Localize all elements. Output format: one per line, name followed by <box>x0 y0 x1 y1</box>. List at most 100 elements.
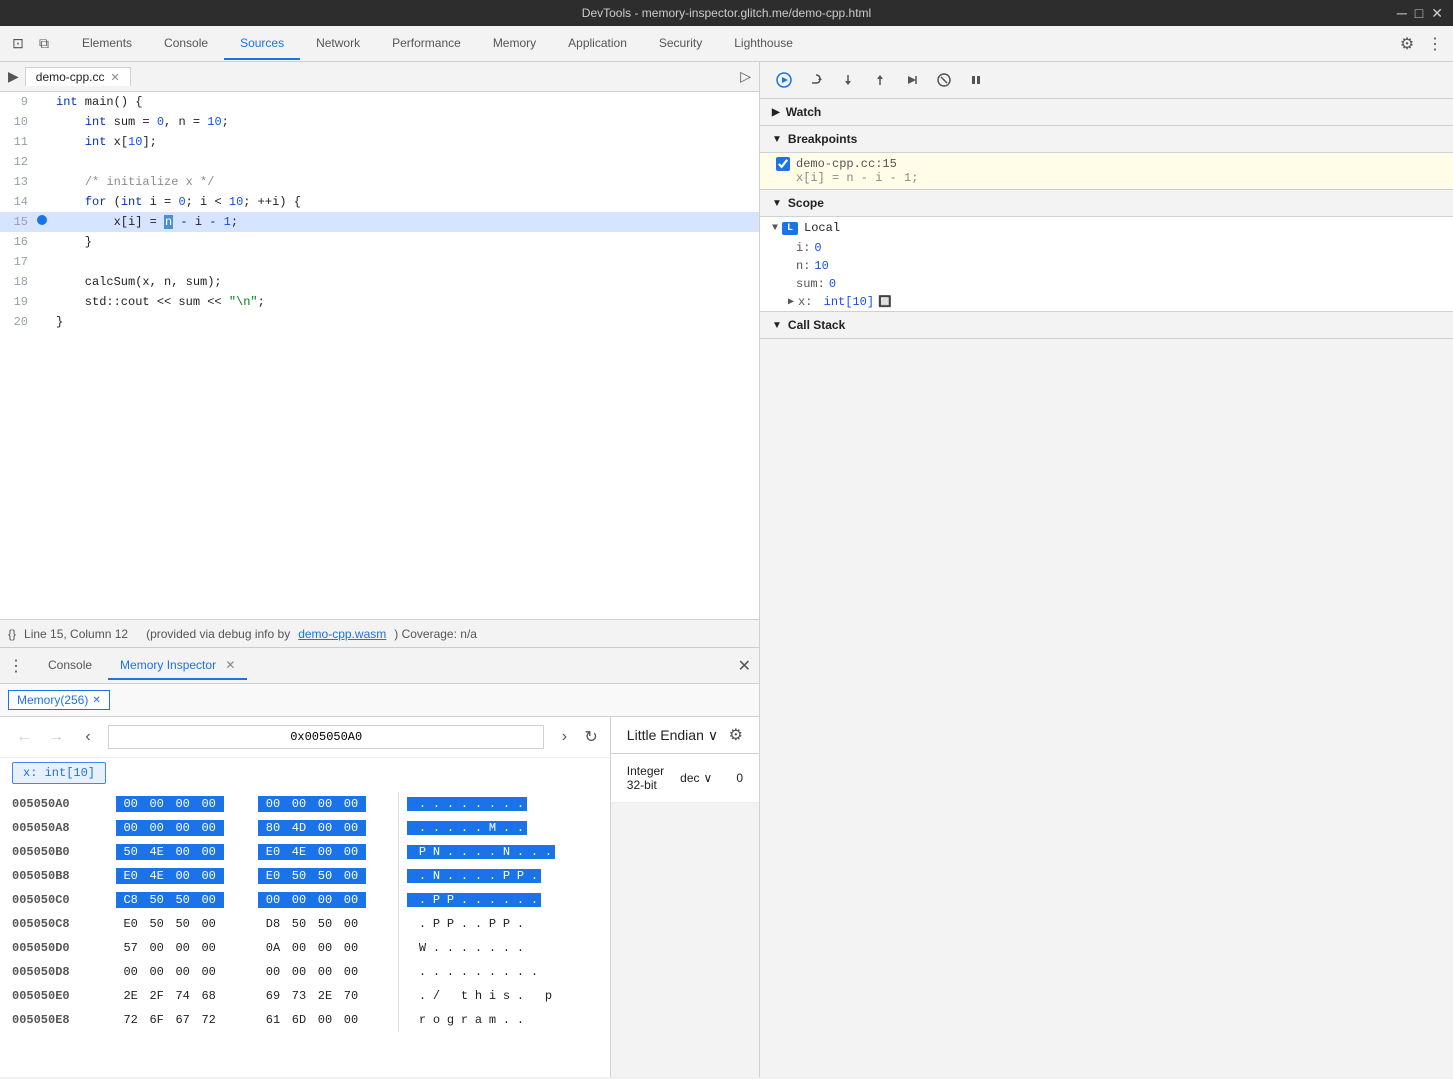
hex-byte[interactable]: 00 <box>340 916 362 932</box>
device-icon[interactable]: ⧉ <box>34 34 54 54</box>
hex-byte[interactable]: 00 <box>288 892 310 908</box>
hex-byte[interactable]: 72 <box>120 1012 142 1028</box>
hex-byte[interactable]: 00 <box>146 820 168 836</box>
step-over-btn[interactable] <box>804 68 828 92</box>
hex-byte[interactable]: 00 <box>172 964 194 980</box>
step-into-btn[interactable] <box>836 68 860 92</box>
hex-byte[interactable]: 6F <box>146 1012 168 1028</box>
hex-byte[interactable]: 00 <box>198 916 220 932</box>
memory-tab-close[interactable]: ✕ <box>92 695 100 706</box>
source-tab-close[interactable]: ✕ <box>110 71 119 84</box>
hex-byte[interactable]: 00 <box>198 820 220 836</box>
hex-byte[interactable]: 69 <box>262 988 284 1004</box>
x-expand-arrow[interactable]: ▶ <box>788 296 794 308</box>
hex-byte[interactable]: 00 <box>340 844 362 860</box>
pause-btn[interactable] <box>964 68 988 92</box>
hex-byte[interactable]: 00 <box>314 820 336 836</box>
call-stack-section-header[interactable]: ▼ Call Stack <box>760 312 1453 339</box>
hex-byte[interactable]: 4E <box>146 844 168 860</box>
hex-byte[interactable]: 00 <box>262 892 284 908</box>
hex-byte[interactable]: 00 <box>340 964 362 980</box>
memory-256-tab[interactable]: Memory(256) ✕ <box>8 690 110 710</box>
sidebar-toggle[interactable]: ▶ <box>8 68 19 85</box>
step-btn[interactable] <box>900 68 924 92</box>
local-arrow[interactable]: ▼ <box>772 223 778 234</box>
hex-byte[interactable]: E0 <box>120 916 142 932</box>
hex-byte[interactable]: E0 <box>262 868 284 884</box>
memory-inspector-tab-close[interactable]: ✕ <box>225 658 235 672</box>
wasm-link[interactable]: demo-cpp.wasm <box>298 627 386 641</box>
nav-back-btn[interactable]: ← <box>12 725 36 749</box>
scope-section-header[interactable]: ▼ Scope <box>760 190 1453 217</box>
hex-byte[interactable]: 70 <box>340 988 362 1004</box>
tab-application[interactable]: Application <box>552 28 643 60</box>
resume-btn[interactable] <box>772 68 796 92</box>
hex-byte[interactable]: 00 <box>172 868 194 884</box>
hex-byte[interactable]: 50 <box>314 916 336 932</box>
hex-byte[interactable]: 80 <box>262 820 284 836</box>
tab-sources[interactable]: Sources <box>224 28 300 60</box>
deactivate-btn[interactable] <box>932 68 956 92</box>
cursor-icon[interactable]: ⊡ <box>8 34 28 54</box>
hex-byte[interactable]: 00 <box>198 844 220 860</box>
source-file-tab[interactable]: demo-cpp.cc ✕ <box>25 67 131 86</box>
hex-byte[interactable]: 00 <box>120 964 142 980</box>
hex-byte[interactable]: 00 <box>340 820 362 836</box>
hex-byte[interactable]: 50 <box>146 916 168 932</box>
hex-byte[interactable]: 00 <box>146 940 168 956</box>
hex-byte[interactable]: 68 <box>198 988 220 1004</box>
hex-byte[interactable]: 00 <box>288 940 310 956</box>
breakpoints-section-header[interactable]: ▼ Breakpoints <box>760 126 1453 153</box>
mem-hex-table-wrap[interactable]: 005050A00000000000000000........005050A8… <box>0 792 610 1077</box>
hex-byte[interactable]: 50 <box>172 916 194 932</box>
settings-icon[interactable]: ⚙ <box>1397 34 1417 54</box>
hex-byte[interactable]: 2E <box>120 988 142 1004</box>
hex-byte[interactable]: 50 <box>288 868 310 884</box>
panel-close-btn[interactable]: ✕ <box>738 656 751 676</box>
hex-byte[interactable]: 00 <box>340 892 362 908</box>
hex-byte[interactable]: 00 <box>198 868 220 884</box>
hex-byte[interactable]: 72 <box>198 1012 220 1028</box>
hex-byte[interactable]: 00 <box>340 868 362 884</box>
hex-byte[interactable]: 50 <box>172 892 194 908</box>
hex-byte[interactable]: 00 <box>172 820 194 836</box>
watch-section-header[interactable]: ▶ Watch <box>760 99 1453 126</box>
tab-memory[interactable]: Memory <box>477 28 552 60</box>
hex-byte[interactable]: 00 <box>120 796 142 812</box>
step-out-btn[interactable] <box>868 68 892 92</box>
hex-byte[interactable]: 00 <box>340 796 362 812</box>
tab-console-bottom[interactable]: Console <box>36 652 104 680</box>
hex-byte[interactable]: 00 <box>340 940 362 956</box>
hex-byte[interactable]: 50 <box>314 868 336 884</box>
title-bar-controls[interactable]: ─ □ ✕ <box>1397 5 1443 22</box>
hex-byte[interactable]: 57 <box>120 940 142 956</box>
tab-performance[interactable]: Performance <box>376 28 477 60</box>
hex-byte[interactable]: 2F <box>146 988 168 1004</box>
close-btn[interactable]: ✕ <box>1431 5 1443 22</box>
bp-checkbox[interactable] <box>776 157 790 171</box>
hex-byte[interactable]: 4E <box>146 868 168 884</box>
address-input[interactable] <box>108 725 544 749</box>
code-editor[interactable]: 9 int main() { 10 int sum = 0, n = 10; 1… <box>0 92 759 619</box>
tab-network[interactable]: Network <box>300 28 376 60</box>
hex-byte[interactable]: 00 <box>172 796 194 812</box>
tab-lighthouse[interactable]: Lighthouse <box>718 28 809 60</box>
hex-byte[interactable]: 00 <box>314 964 336 980</box>
hex-byte[interactable]: 00 <box>198 964 220 980</box>
tab-console[interactable]: Console <box>148 28 224 60</box>
endian-select[interactable]: Little Endian ∨ <box>627 727 718 744</box>
maximize-btn[interactable]: □ <box>1415 5 1423 22</box>
hex-byte[interactable]: 00 <box>198 796 220 812</box>
hex-byte[interactable]: 73 <box>288 988 310 1004</box>
hex-byte[interactable]: 00 <box>262 796 284 812</box>
hex-byte[interactable]: 00 <box>314 844 336 860</box>
minimize-btn[interactable]: ─ <box>1397 5 1407 22</box>
hex-byte[interactable]: 50 <box>146 892 168 908</box>
hex-byte[interactable]: 00 <box>314 940 336 956</box>
memory-icon[interactable]: 🔲 <box>878 295 892 309</box>
bp-checkbox-label[interactable]: demo-cpp.cc:15 <box>776 157 1437 171</box>
hex-byte[interactable]: 67 <box>172 1012 194 1028</box>
hex-byte[interactable]: 2E <box>314 988 336 1004</box>
hex-byte[interactable]: 00 <box>146 796 168 812</box>
hex-byte[interactable]: 61 <box>262 1012 284 1028</box>
